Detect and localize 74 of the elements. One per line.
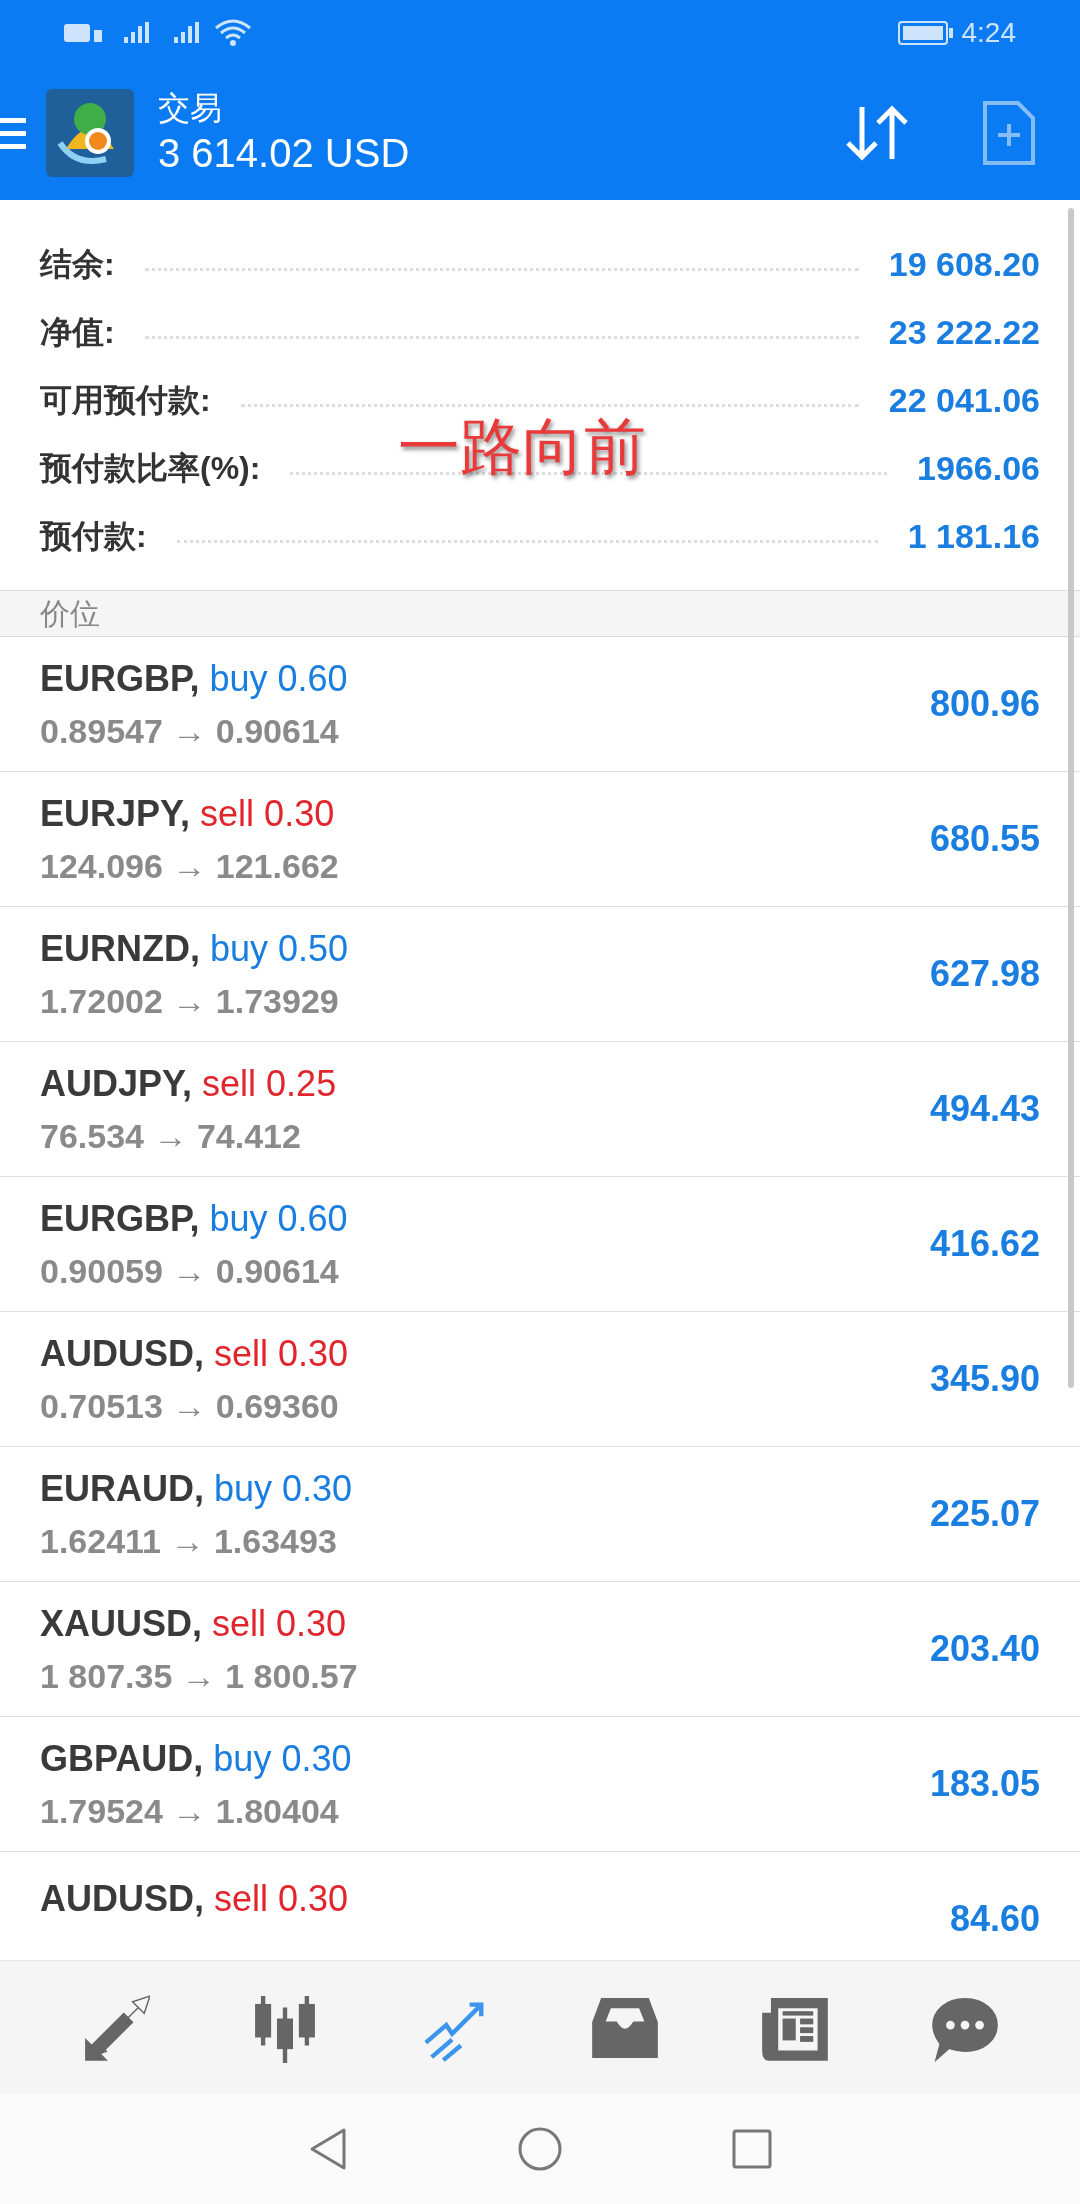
trade-side: buy xyxy=(213,1736,272,1781)
price-change: 124.096 → 121.662 xyxy=(40,845,340,887)
section-title: 价位 xyxy=(40,596,100,632)
symbol: AUDJPY, xyxy=(40,1061,193,1106)
trade-side: buy xyxy=(209,656,268,701)
price-change: 1.62411 → 1.63493 xyxy=(40,1520,338,1562)
price-change: 1.72002 → 1.73929 xyxy=(40,980,340,1022)
trade-side: sell xyxy=(202,1061,257,1106)
trade-side: sell xyxy=(212,1601,267,1646)
status-time: 4:24 xyxy=(961,16,1016,50)
trade-side: sell xyxy=(214,1331,269,1376)
trade-volume: 0.60 xyxy=(277,656,348,701)
price-change: 76.534 → 74.412 xyxy=(40,1115,302,1157)
trade-side: buy xyxy=(209,1196,268,1241)
wifi-icon xyxy=(214,18,252,48)
symbol: XAUUSD, xyxy=(40,1601,203,1646)
hd-call-icon xyxy=(64,23,102,43)
overlay-caption: 一路向前 xyxy=(398,411,646,483)
symbol: AUDUSD, xyxy=(40,1877,204,1921)
menu-icon[interactable] xyxy=(0,116,26,150)
summary-label: 预付款: xyxy=(40,517,147,556)
summary-value: 22 041.06 xyxy=(888,379,1040,421)
home-icon[interactable] xyxy=(518,2127,562,2171)
signal-icon xyxy=(174,21,200,45)
position-profit: 203.40 xyxy=(929,1627,1040,1671)
summary-value: 1 181.16 xyxy=(907,515,1040,557)
recents-icon[interactable] xyxy=(732,2129,772,2169)
position-profit: 183.05 xyxy=(929,1762,1040,1806)
summary-label: 净值: xyxy=(40,313,115,352)
position-profit: 800.96 xyxy=(929,682,1040,726)
total-profit: 3 614.02 USD xyxy=(158,130,410,177)
battery-icon xyxy=(897,20,954,46)
position-profit: 416.62 xyxy=(929,1222,1040,1266)
trade-side: buy xyxy=(214,1466,273,1511)
position-profit: 627.98 xyxy=(929,952,1040,996)
price-change: 0.89547 → 0.90614 xyxy=(40,710,340,752)
position-profit: 84.60 xyxy=(949,1897,1040,1941)
summary-label: 结余: xyxy=(40,245,115,284)
trade-volume: 0.60 xyxy=(277,1196,348,1241)
summary-label: 预付款比率(%): xyxy=(40,449,261,488)
trade-volume: 0.30 xyxy=(278,1331,349,1376)
symbol: EURGBP, xyxy=(40,1196,200,1241)
trade-volume: 0.30 xyxy=(282,1466,353,1511)
summary-value: 23 222.22 xyxy=(888,311,1040,353)
price-change: 1.79524 → 1.80404 xyxy=(40,1790,340,1832)
position-profit: 680.55 xyxy=(929,817,1040,861)
summary-label: 可用预付款: xyxy=(40,381,211,420)
trade-side: sell xyxy=(214,1877,269,1921)
symbol: EURAUD, xyxy=(40,1466,204,1511)
symbol: AUDUSD, xyxy=(40,1331,204,1376)
symbol: EURJPY, xyxy=(40,791,191,836)
position-profit: 494.43 xyxy=(929,1087,1040,1131)
price-change: 0.90059 → 0.90614 xyxy=(40,1250,340,1292)
trade-volume: 0.30 xyxy=(278,1877,349,1921)
summary-value: 1966.06 xyxy=(917,447,1040,489)
price-change: 1 807.35 → 1 800.57 xyxy=(40,1655,359,1697)
trade-volume: 0.25 xyxy=(266,1061,337,1106)
symbol: EURNZD, xyxy=(40,926,200,971)
trade-volume: 0.30 xyxy=(281,1736,352,1781)
signal-icon xyxy=(124,21,150,45)
trade-volume: 0.50 xyxy=(278,926,349,971)
symbol: GBPAUD, xyxy=(40,1736,204,1781)
trade-side: sell xyxy=(200,791,255,836)
trade-volume: 0.30 xyxy=(276,1601,347,1646)
position-profit: 345.90 xyxy=(929,1357,1040,1401)
price-change: 0.70513 → 0.69360 xyxy=(40,1385,340,1427)
screen-title: 交易 xyxy=(158,89,223,128)
trade-side: buy xyxy=(210,926,269,971)
summary-value: 19 608.20 xyxy=(888,243,1040,285)
back-icon[interactable] xyxy=(308,2127,348,2171)
trade-volume: 0.30 xyxy=(264,791,335,836)
position-profit: 225.07 xyxy=(929,1492,1040,1536)
symbol: EURGBP, xyxy=(40,656,200,701)
app-logo-icon xyxy=(46,89,134,177)
